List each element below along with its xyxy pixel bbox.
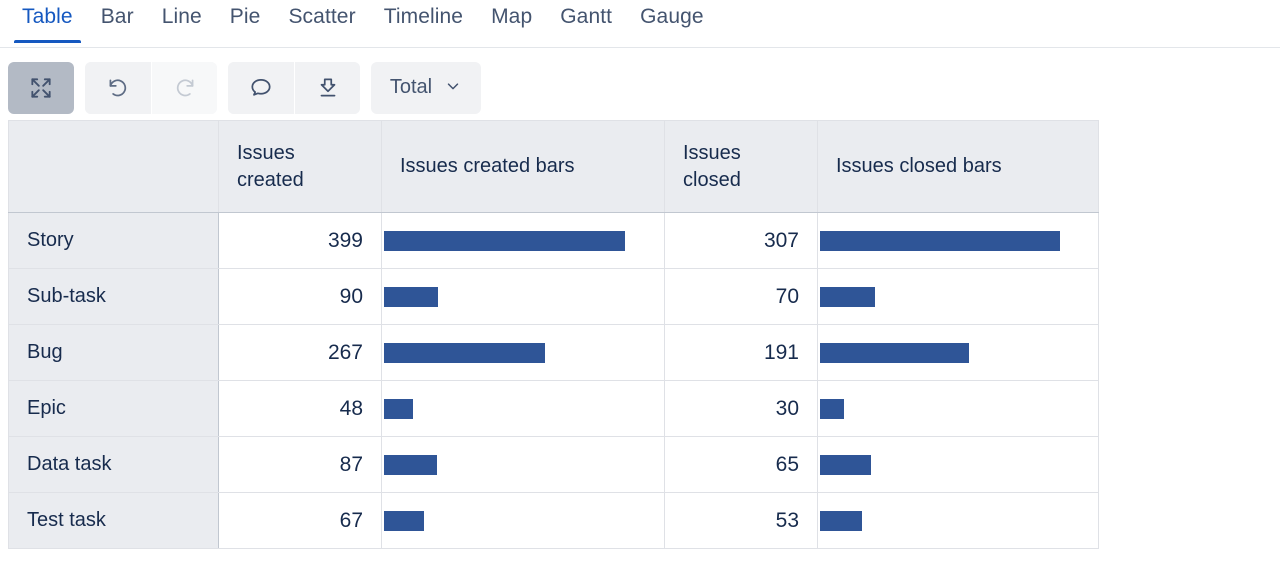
tab-label: Map [491,5,533,28]
cell-issues-closed-bar [817,436,1099,493]
bar-issues-created [384,454,437,475]
cell-issues-created: 90 [218,268,382,325]
table-header: Issues created Issues created bars Issue… [8,120,1099,213]
cell-issues-created: 399 [218,212,382,269]
row-label: Bug [8,324,219,381]
tab-timeline[interactable]: Timeline [370,0,477,43]
bar-issues-closed [820,286,875,307]
cell-issues-created-bar [381,436,665,493]
table-row: Bug 267 191 [8,324,1099,381]
column-header-issues-closed-bars[interactable]: Issues closed bars [817,120,1099,213]
bar-issues-closed [820,230,1060,251]
cell-issues-created-bar [381,212,665,269]
comment-button[interactable] [228,61,294,114]
tab-line[interactable]: Line [148,0,216,43]
expand-button[interactable] [8,61,74,114]
chart-type-tabbar: Table Bar Line Pie Scatter Timeline Map … [0,0,1280,48]
undo-button[interactable] [85,61,151,114]
row-label: Sub-task [8,268,219,325]
tab-table[interactable]: Table [8,0,87,43]
bar-issues-closed [820,510,862,531]
cell-issues-closed-bar [817,380,1099,437]
tab-label: Pie [229,5,261,28]
tab-pie[interactable]: Pie [216,0,275,43]
actions-button-group [228,61,360,114]
cell-issues-closed: 30 [664,380,818,437]
table-row: Story 399 307 [8,212,1099,269]
chevron-down-icon [444,77,462,98]
expand-arrows-icon [28,75,54,101]
column-header-issues-created-bars[interactable]: Issues created bars [381,120,665,213]
bar-issues-created [384,342,546,363]
download-button[interactable] [294,61,360,114]
row-label: Data task [8,436,219,493]
bar-issues-created [384,398,413,419]
tab-label: Line [161,5,202,28]
column-header-issues-created[interactable]: Issues created [218,120,382,213]
column-header-issues-closed[interactable]: Issues closed [664,120,818,213]
issues-table: Issues created Issues created bars Issue… [8,120,1099,549]
redo-icon [172,75,198,101]
tab-map[interactable]: Map [477,0,546,43]
bar-issues-created [384,286,439,307]
tab-label: Timeline [383,5,464,28]
table-row: Epic 48 30 [8,380,1099,437]
cell-issues-created: 67 [218,492,382,549]
bar-issues-created [384,230,625,251]
bar-issues-closed [820,342,970,363]
cell-issues-closed: 70 [664,268,818,325]
cell-issues-closed-bar [817,492,1099,549]
aggregation-select[interactable]: Total [371,61,481,114]
redo-button[interactable] [151,61,217,114]
table-row: Test task 67 53 [8,492,1099,549]
cell-issues-created-bar [381,380,665,437]
table-body: Story 399 307 Sub-task 90 70 Bug 267 191 Epic 48 30… [8,212,1099,549]
table-header-row: Issues created Issues created bars Issue… [8,120,1099,213]
tab-label: Scatter [288,5,356,28]
download-icon [315,75,341,101]
cell-issues-created-bar [381,324,665,381]
cell-issues-created: 87 [218,436,382,493]
row-label: Story [8,212,219,269]
bar-issues-closed [820,454,871,475]
tab-gauge[interactable]: Gauge [626,0,718,43]
cell-issues-created-bar [381,268,665,325]
bar-issues-closed [820,398,844,419]
tab-label: Gauge [640,5,704,28]
cell-issues-closed: 191 [664,324,818,381]
undo-icon [105,75,131,101]
cell-issues-closed-bar [817,324,1099,381]
aggregation-select-label: Total [389,76,433,98]
cell-issues-closed: 53 [664,492,818,549]
tab-gantt[interactable]: Gantt [546,0,626,43]
tab-bar[interactable]: Bar [87,0,148,43]
table-row: Sub-task 90 70 [8,268,1099,325]
tab-label: Table [22,5,73,28]
history-button-group [85,61,217,114]
chart-toolbar: Total [0,48,1280,114]
cell-issues-created: 48 [218,380,382,437]
table-container: Issues created Issues created bars Issue… [0,114,1280,549]
table-row: Data task 87 65 [8,436,1099,493]
row-label: Test task [8,492,219,549]
tab-scatter[interactable]: Scatter [274,0,369,43]
row-label: Epic [8,380,219,437]
cell-issues-created-bar [381,492,665,549]
tab-label: Bar [100,5,134,28]
cell-issues-closed: 65 [664,436,818,493]
cell-issues-closed-bar [817,268,1099,325]
cell-issues-closed-bar [817,212,1099,269]
cell-issues-created: 267 [218,324,382,381]
column-header-rowlabel[interactable] [8,120,219,213]
comment-bubble-icon [248,75,274,101]
bar-issues-created [384,510,425,531]
tab-label: Gantt [560,5,613,28]
cell-issues-closed: 307 [664,212,818,269]
